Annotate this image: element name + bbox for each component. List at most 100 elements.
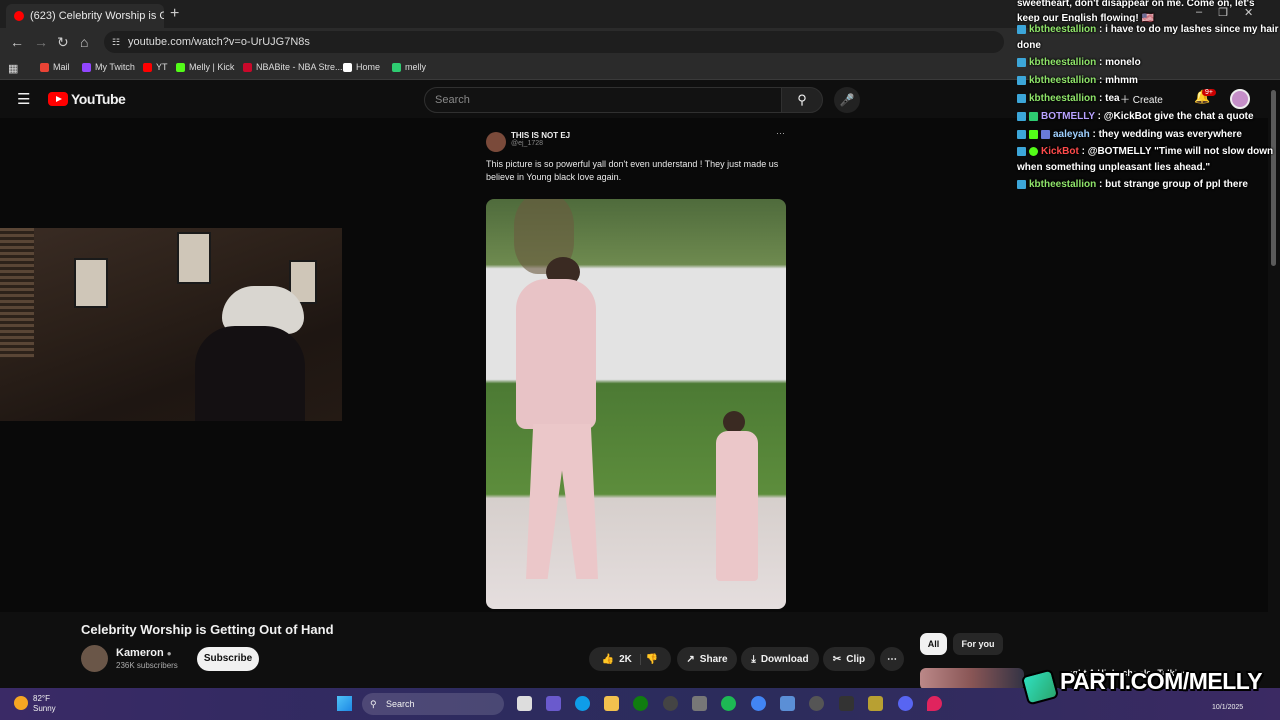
moderator-badge-icon [1017,24,1026,34]
apps-grid-icon[interactable]: ▦ [8,62,18,75]
bookmark-melly[interactable]: melly [392,62,426,72]
moderator-badge-icon [1017,111,1026,121]
child-head [723,411,745,433]
moderator-badge-icon [1017,146,1026,156]
app-icon[interactable] [868,696,883,711]
reload-icon[interactable]: ↻ [57,34,69,51]
tweet-author-name: THIS IS NOT EJ [511,131,571,140]
download-icon: ⤓ [751,653,756,665]
adult-pink-pants [526,424,598,579]
back-icon[interactable]: ← [10,34,24,50]
wall-poster [74,258,108,308]
channel-avatar[interactable] [81,645,108,672]
site-info-icon[interactable]: ☷ [112,31,120,53]
url-field[interactable]: ☷ youtube.com/watch?v=o-UrUJG7N8s [104,31,1004,53]
subscriber-count: 236K subscribers [116,661,178,670]
adult-pink-suit [516,279,596,429]
search-icon: ⚲ [797,92,807,107]
store-icon[interactable] [692,696,707,711]
copilot-icon[interactable] [546,696,561,711]
bookmark-my-twitch[interactable]: My Twitch [82,62,135,72]
tweet-avatar [486,132,506,152]
discord-icon[interactable] [898,696,913,711]
menu-icon[interactable]: ☰ [17,90,30,108]
bookmark-home[interactable]: Home [343,62,380,72]
wall-poster [177,232,211,284]
like-button[interactable]: 👍 2K [602,653,641,665]
thumbs-down-icon: 👎 [645,653,659,665]
more-actions-button[interactable]: ⋯ [880,647,904,671]
tweet-handle: @ej_1728 [511,140,544,147]
voice-search-button[interactable]: 🎤 [834,87,860,113]
streamer-webcam [0,228,342,421]
search-input[interactable]: Search [424,87,782,113]
chat-message: kbtheestallion : monelo [1013,54,1280,72]
weather-widget[interactable]: 82°F Sunny [0,688,70,720]
scissors-icon: ✂ [832,653,842,665]
share-button[interactable]: ↗ Share [677,647,737,671]
edge-icon[interactable] [575,696,590,711]
task-view-icon[interactable] [517,696,532,711]
download-button[interactable]: ⤓ Download [741,647,819,671]
taskbar-date[interactable]: 10/1/2025 [1212,704,1243,711]
chrome-icon[interactable] [751,696,766,711]
windows-start-icon[interactable] [337,696,352,711]
new-tab-button[interactable]: + [170,5,179,23]
browser-tab[interactable]: (623) Celebrity Worship is G 🔊 ✕ [6,4,164,28]
search-button[interactable]: ⚲ [781,87,823,113]
chip-for-you[interactable]: For you [953,633,1003,655]
like-dislike-group: 👍 2K 👎 [589,647,671,671]
parti-brand-overlay: PARTI.COM/MELLY [1060,668,1263,694]
youtube-logo[interactable]: YouTube [48,91,126,107]
chat-message: sweetheart, don't disappear on me. Come … [1017,0,1255,22]
bookmark-mail[interactable]: Mail [40,62,70,72]
home-icon[interactable]: ⌂ [80,34,88,50]
moderator-badge-icon [1017,57,1026,67]
window-blinds [0,228,34,358]
steam-icon[interactable] [663,696,678,711]
bot-badge-icon [1029,111,1038,121]
more-icon: ⋯ [887,653,897,665]
chip-all[interactable]: All [920,633,947,655]
tab-title: (623) Celebrity Worship is G [30,10,164,22]
media-player-icon[interactable] [809,696,824,711]
youtube-play-icon [48,92,68,106]
share-icon: ↗ [686,653,695,665]
tweet-photo [486,199,786,609]
chat-message: kbtheestallion : i have to do my lashes … [1017,24,1279,51]
bookmark-melly-kick[interactable]: Melly | Kick [176,62,234,72]
moderator-badge-icon [1017,93,1026,103]
photos-icon[interactable] [780,696,795,711]
youtube-favicon-icon [14,11,24,21]
spotify-icon[interactable] [721,696,736,711]
suggested-video-thumbnail[interactable] [920,668,1024,690]
chat-message: kbtheestallion : tea [1013,90,1280,108]
mail-icon [40,62,49,72]
obs-icon[interactable] [839,696,854,711]
forward-icon[interactable]: → [34,34,48,50]
tweet-text: This picture is so powerful yall don't e… [486,159,779,182]
stream-chat-overlay: sweetheart, don't disappear on me. Come … [1013,0,1280,194]
bookmark-yt[interactable]: YT [143,62,168,72]
chat-message: kbtheestallion : mhmm [1013,72,1280,90]
subscribe-button[interactable]: Subscribe [197,647,259,671]
verified-icon: ● [166,649,172,658]
bookmark-nbabite[interactable]: NBABite - NBA Stre... [243,62,343,72]
channel-name[interactable]: Kameron ● [116,647,172,659]
map-pin-icon[interactable] [927,696,942,711]
subscriber-badge-icon [1029,129,1038,139]
file-explorer-icon[interactable] [604,696,619,711]
moderator-badge-icon [1017,129,1026,139]
taskbar-search[interactable]: ⚲ Search [362,693,504,715]
chat-message: aaleyah : they wedding was everywhere [1013,126,1280,144]
clip-button[interactable]: ✂ Clip [823,647,875,671]
video-title: Celebrity Worship is Getting Out of Hand [81,622,334,637]
search-icon: ⚲ [370,699,377,709]
xbox-icon[interactable] [633,696,648,711]
chat-message: KickBot : @BOTMELLY "Time will not slow … [1017,146,1274,173]
weather-condition: Sunny [33,704,56,713]
microphone-icon: 🎤 [839,93,855,107]
dislike-button[interactable]: 👎 [646,654,658,665]
kick-icon [176,62,185,72]
moderator-badge-icon [1017,179,1026,189]
